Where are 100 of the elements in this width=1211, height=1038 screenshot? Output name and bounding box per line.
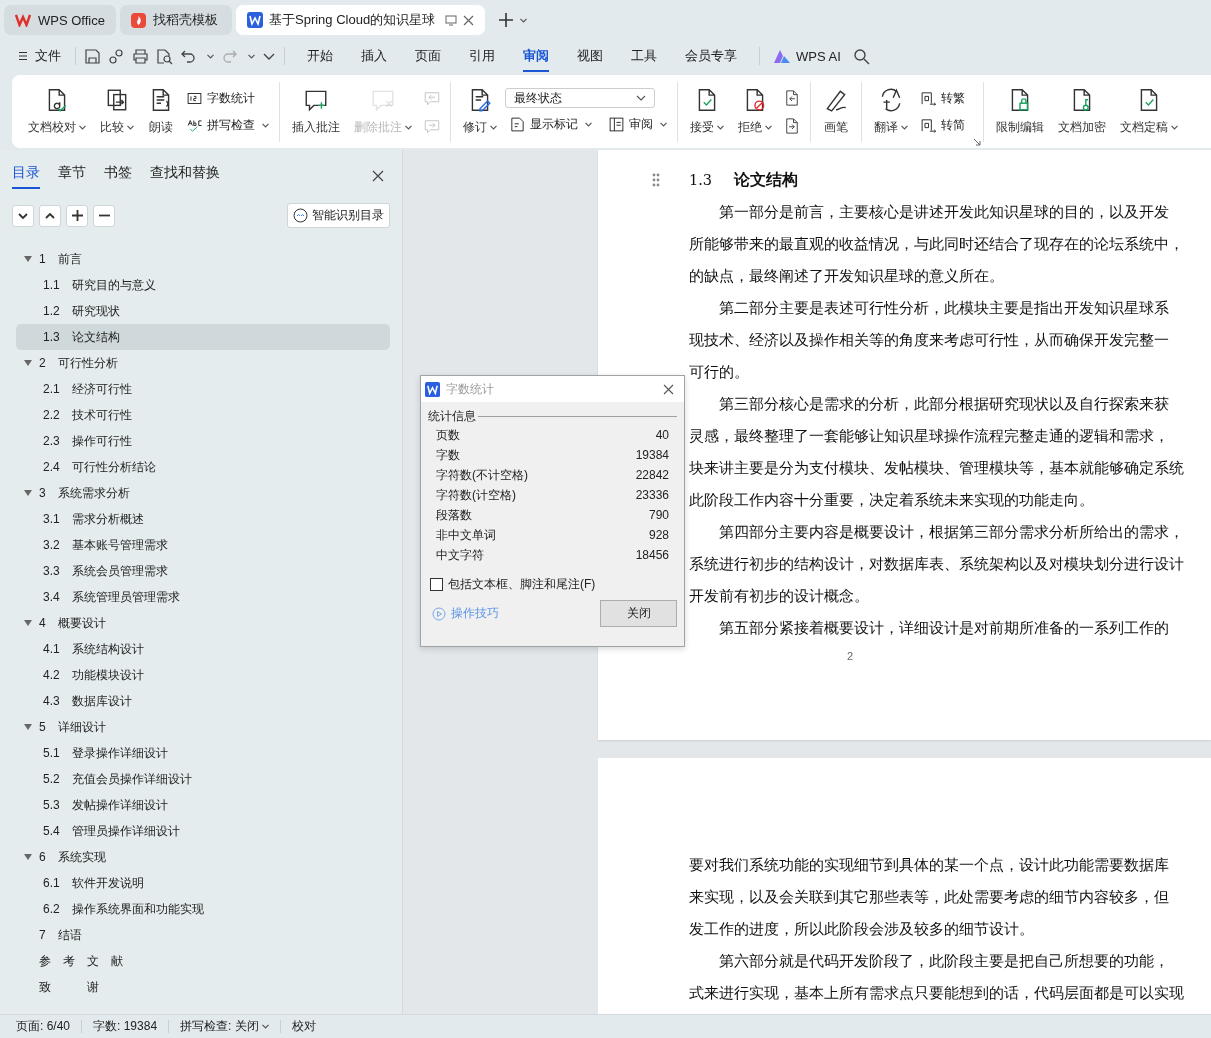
search-icon[interactable] [852,47,870,65]
ribbon-button[interactable]: 比较 [94,85,140,138]
ribbon-button[interactable]: 拼写检查 [182,114,273,136]
collapse-button[interactable] [12,204,34,227]
ai-button[interactable]: WPS AI [774,48,841,64]
outline-item[interactable]: 2 可行性分析 [16,350,390,376]
ribbon-button[interactable]: 朗读 [142,85,180,138]
add-button[interactable] [66,204,88,227]
ribbon-button[interactable]: 画笔 [817,85,855,138]
ribbon-button[interactable]: 拒绝 [732,85,778,138]
word-count-indicator[interactable]: 字数: 19384 [93,1018,158,1035]
outline-item[interactable]: 4.2 功能模块设计 [16,662,390,688]
ribbon-tab[interactable]: 会员专享 [671,43,751,69]
outline-item[interactable]: 4.3 数据库设计 [16,688,390,714]
close-icon[interactable] [463,14,475,26]
drag-handle-icon[interactable] [652,173,660,187]
outline-item[interactable]: 6 系统实现 [16,844,390,870]
remove-button[interactable] [93,204,115,227]
ribbon-tab[interactable]: 引用 [455,43,509,69]
outline-item[interactable]: 5.4 管理员操作详细设计 [16,818,390,844]
outline-item[interactable]: 7 结语 [16,922,390,948]
ribbon-button[interactable]: 修订 [457,85,503,138]
ribbon-button[interactable]: 字数统计 [182,87,273,109]
app-tab[interactable]: WPS Office [4,5,116,35]
outline-item[interactable]: 5.3 发帖操作详细设计 [16,792,390,818]
ribbon-button[interactable]: 显示标记 [505,114,596,135]
ribbon-button[interactable]: 文档加密 [1052,85,1112,138]
outline-item[interactable]: 6.1 软件开发说明 [16,870,390,896]
body-text-line: 第四部分主要内容是概要设计，根据第三部分需求分析所给出的需求， [718,522,1186,543]
ribbon-button[interactable]: 限制编辑 [990,85,1050,138]
smart-toc-button[interactable]: 智能识别目录 [287,203,390,228]
ribbon-button[interactable]: 转繁 [916,87,969,109]
outline-item[interactable]: 2.2 技术可行性 [16,402,390,428]
close-icon[interactable] [372,169,384,182]
outline-title: 可行性分析 [58,354,118,372]
outline-item[interactable]: 5 详细设计 [16,714,390,740]
expand-triangle-icon[interactable] [24,360,32,366]
outline-item[interactable]: 4.1 系统结构设计 [16,636,390,662]
ribbon-tab[interactable]: 工具 [617,43,671,69]
outline-item[interactable]: 4 概要设计 [16,610,390,636]
outline-item[interactable]: 参 考 文 献 [16,948,390,974]
ribbon-tab[interactable]: 插入 [347,43,401,69]
ribbon-tab[interactable]: 审阅 [509,43,563,69]
outline-item[interactable]: 5.1 登录操作详细设计 [16,740,390,766]
app-tab[interactable]: 基于Spring Cloud的知识星球 [236,5,486,35]
proofread-button[interactable]: 校对 [291,1018,316,1035]
sidebar-tab[interactable]: 查找和替换 [150,162,220,189]
spellcheck-menu[interactable]: 拼写检查: 关闭 [180,1018,269,1035]
plus-icon[interactable] [499,13,514,27]
checkbox[interactable] [430,577,443,591]
caret-icon [585,122,592,127]
outline-item[interactable]: 3.4 系统管理员管理需求 [16,584,390,610]
expand-button[interactable] [39,204,61,227]
outline-item[interactable]: 2.3 操作可行性 [16,428,390,454]
outline-title: 发帖操作详细设计 [72,796,168,814]
close-button[interactable]: 关闭 [600,600,677,627]
ribbon-tab[interactable]: 页面 [401,43,455,69]
ribbon-button[interactable]: 转简 [916,114,969,136]
outline-item[interactable]: 致 谢 [16,974,390,1000]
print-icon[interactable] [132,47,149,65]
outline-item[interactable]: 3.2 基本账号管理需求 [16,532,390,558]
file-menu[interactable]: 文件 [14,47,67,65]
sidebar-tab[interactable]: 章节 [58,162,86,189]
app-tab[interactable]: 找稻壳模板 [120,5,232,35]
sidebar-tab[interactable]: 书签 [104,162,132,189]
display-mode-dropdown[interactable]: 最终状态 [505,88,655,108]
ribbon-button[interactable]: 接受 [684,85,730,138]
close-icon[interactable] [663,383,674,395]
outline-item[interactable]: 2.1 经济可行性 [16,376,390,402]
ribbon-button[interactable]: 插入批注 [286,85,346,138]
page-indicator: 页面: 6/40 [16,1018,71,1035]
sidebar-tab[interactable]: 目录 [12,162,40,189]
expand-triangle-icon[interactable] [24,256,32,262]
outline-item[interactable]: 6.2 操作系统界面和功能实现 [16,896,390,922]
monitor-icon[interactable] [445,14,458,26]
dialog-launcher-icon[interactable] [973,137,981,146]
outline-number: 2.1 [43,382,61,396]
outline-item[interactable]: 3 系统需求分析 [16,480,390,506]
outline-item[interactable]: 3.3 系统会员管理需求 [16,558,390,584]
outline-title: 需求分析概述 [72,510,144,528]
print-preview-icon[interactable] [156,47,173,65]
expand-triangle-icon[interactable] [24,620,32,626]
expand-triangle-icon[interactable] [24,724,32,730]
ribbon-button[interactable]: 审阅 [604,114,671,135]
save-icon[interactable] [84,47,101,65]
outline-item[interactable]: 3.1 需求分析概述 [16,506,390,532]
expand-triangle-icon[interactable] [24,490,32,496]
outline-item[interactable]: 5.2 充值会员操作详细设计 [16,766,390,792]
outline-item[interactable]: 1.1 研究目的与意义 [16,272,390,298]
outline-item[interactable]: 2.4 可行性分析结论 [16,454,390,480]
ribbon-button[interactable]: 翻译 [868,85,914,138]
ribbon-tab[interactable]: 开始 [293,43,347,69]
outline-item[interactable]: 1 前言 [16,246,390,272]
ribbon-button[interactable]: 文档定稿 [1114,85,1184,138]
outline-item[interactable]: 1.3 论文结构 [16,324,390,350]
ribbon-button[interactable]: 文档校对 [22,85,92,138]
outline-item[interactable]: 1.2 研究现状 [16,298,390,324]
expand-triangle-icon[interactable] [24,854,32,860]
stat-value: 18456 [635,548,669,562]
ribbon-tab[interactable]: 视图 [563,43,617,69]
